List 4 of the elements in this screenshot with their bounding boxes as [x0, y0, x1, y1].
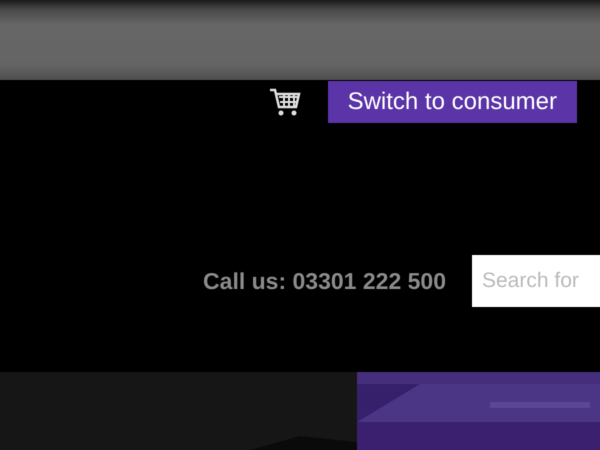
search-field[interactable]: Search for [472, 255, 600, 307]
switch-button[interactable]: Switch to consumer [328, 80, 577, 122]
cart-icon[interactable] [268, 86, 301, 116]
phone-number: Call us: 03301 222 500 [203, 268, 446, 294]
